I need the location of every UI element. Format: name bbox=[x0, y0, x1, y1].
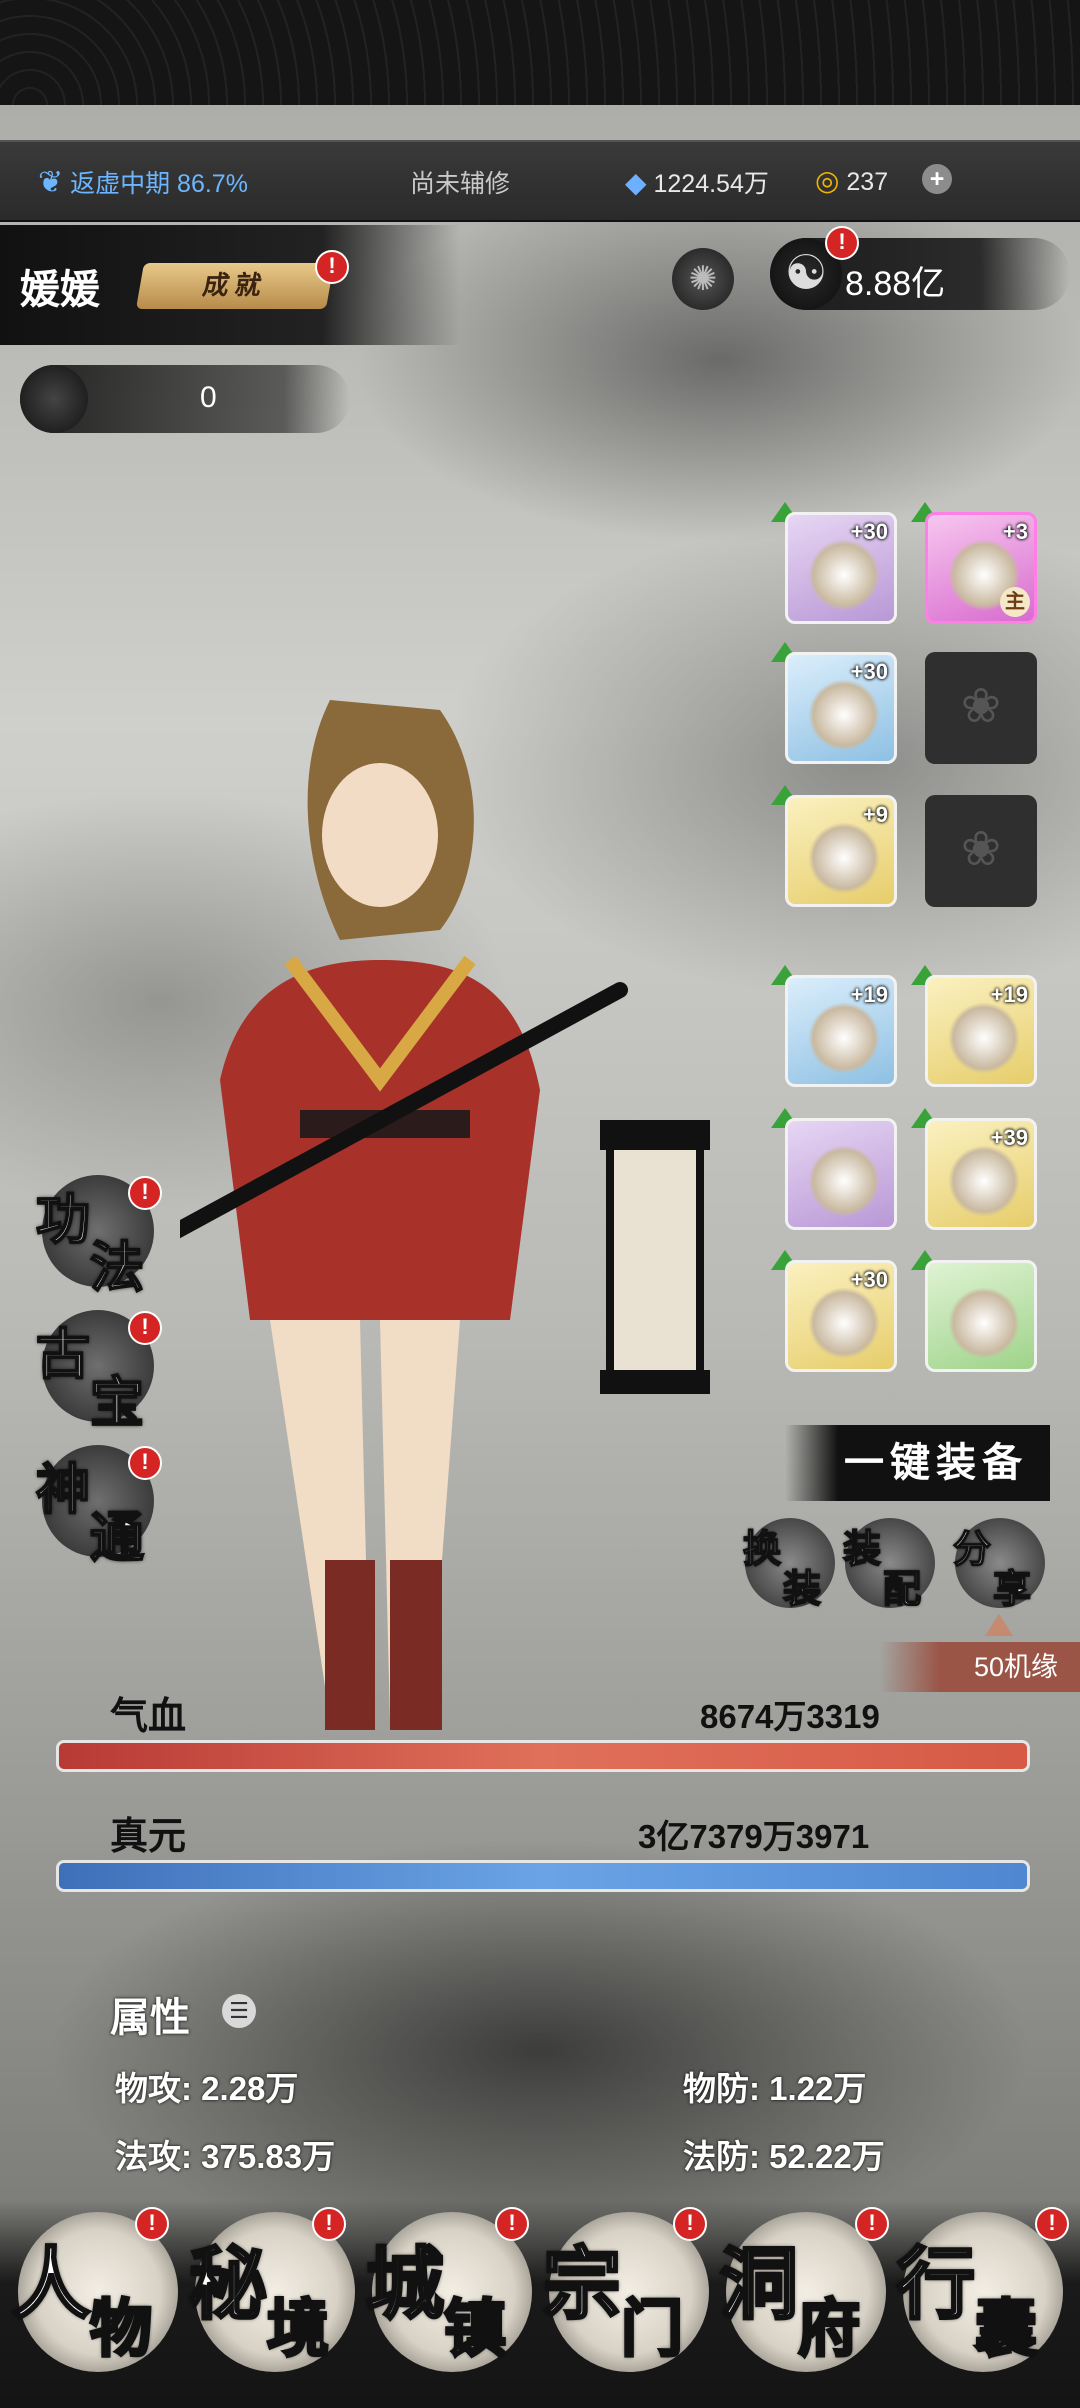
share-tag-pointer bbox=[985, 1614, 1013, 1636]
character-illustration bbox=[180, 700, 710, 1730]
enhance-level: +9 bbox=[862, 802, 888, 827]
mp-value: 3亿7379万3971 bbox=[638, 1818, 870, 1855]
phys-def-row: 物防: 1.22万 bbox=[683, 2070, 867, 2107]
enhance-level: +3 bbox=[1002, 519, 1028, 544]
notification-badge: ! bbox=[855, 2207, 889, 2241]
notification-badge: ! bbox=[312, 2207, 346, 2241]
equipment-slot[interactable]: +19 bbox=[925, 975, 1037, 1087]
spirit-stone-display[interactable]: ◆ 1224.54万 bbox=[625, 164, 769, 200]
notification-badge: ! bbox=[1035, 2207, 1069, 2241]
notification-badge: ! bbox=[495, 2207, 529, 2241]
token-count: 0 bbox=[200, 381, 217, 414]
fan-icon: ❦ bbox=[38, 166, 64, 199]
gold-value: 237 bbox=[846, 168, 889, 196]
equipment-slot[interactable]: +39 bbox=[925, 1118, 1037, 1230]
enhance-level: +30 bbox=[850, 519, 888, 544]
plus-icon: + bbox=[922, 164, 952, 194]
hp-bar bbox=[56, 1740, 1030, 1772]
hp-label: 气血 bbox=[110, 1696, 187, 1738]
share-button[interactable]: 分 享 bbox=[952, 1518, 1045, 1612]
phys-atk-row: 物攻: 2.28万 bbox=[115, 2070, 299, 2107]
mag-def-row: 法防: 52.22万 bbox=[683, 2138, 885, 2175]
notification-badge: ! bbox=[673, 2207, 707, 2241]
combat-power-value: 8.88亿 bbox=[845, 265, 946, 303]
notification-badge: ! bbox=[825, 226, 859, 260]
empty-equipment-slot[interactable]: ❀ bbox=[925, 795, 1037, 907]
scroll-icon bbox=[808, 1287, 880, 1359]
equipment-slot[interactable] bbox=[785, 1118, 897, 1230]
add-currency-button[interactable]: + bbox=[922, 164, 952, 194]
equipment-slot[interactable]: +3 主 bbox=[925, 512, 1037, 624]
enhance-level: +19 bbox=[850, 982, 888, 1007]
main-slot-badge: 主 bbox=[1000, 587, 1030, 617]
swap-gear-button[interactable]: 换 装 bbox=[742, 1518, 835, 1612]
equipment-slot[interactable]: +19 bbox=[785, 975, 897, 1087]
mag-atk-row: 法攻: 375.83万 bbox=[115, 2138, 336, 2175]
hp-bar-fill bbox=[59, 1743, 1027, 1769]
enhance-level: +30 bbox=[850, 1267, 888, 1292]
hp-value: 8674万3319 bbox=[700, 1698, 880, 1735]
realm-display[interactable]: ❦ 返虚中期 86.7% bbox=[38, 164, 248, 200]
phys-def-value: 1.22万 bbox=[769, 2070, 867, 2107]
mag-def-value: 52.22万 bbox=[769, 2138, 885, 2175]
equipment-slot[interactable]: +30 bbox=[785, 652, 897, 764]
coin-icon: ◎ bbox=[815, 165, 840, 196]
mag-atk-value: 375.83万 bbox=[201, 2138, 336, 2175]
spirit-stone-value: 1224.54万 bbox=[653, 170, 769, 198]
player-name-bar: 媛媛 成就 ! bbox=[0, 225, 460, 345]
enhance-level: +30 bbox=[850, 659, 888, 684]
lotus-lock-icon: ❀ bbox=[960, 680, 1002, 733]
crystal-icon: ◆ bbox=[625, 167, 647, 198]
scroll-icon bbox=[808, 1145, 880, 1217]
attributes-title: 属性 bbox=[110, 1996, 190, 2040]
share-reward-tag: 50机缘 bbox=[880, 1642, 1080, 1692]
empty-equipment-slot[interactable]: ❀ bbox=[925, 652, 1037, 764]
equipment-slot[interactable]: +30 bbox=[785, 1260, 897, 1372]
achievement-button[interactable]: 成就 bbox=[135, 263, 335, 309]
scroll-icon bbox=[948, 1145, 1020, 1217]
bagua-mirror-icon bbox=[808, 1002, 880, 1074]
mp-bar bbox=[56, 1860, 1030, 1892]
orb-icon bbox=[948, 1287, 1020, 1359]
equipment-slot[interactable] bbox=[925, 1260, 1037, 1372]
notification-badge: ! bbox=[128, 1311, 162, 1345]
notification-badge: ! bbox=[315, 250, 349, 284]
notification-badge: ! bbox=[128, 1176, 162, 1210]
scroll-icon bbox=[948, 1002, 1020, 1074]
top-wave-band bbox=[0, 0, 1080, 105]
combat-power-display[interactable]: ☯ 8.88亿 bbox=[770, 238, 1070, 310]
jade-pendant-icon bbox=[808, 822, 880, 894]
swirl-icon[interactable]: ✺ bbox=[672, 248, 734, 310]
enhance-level: +39 bbox=[990, 1125, 1028, 1150]
realm-text: 返虚中期 86.7% bbox=[70, 170, 248, 198]
lotus-lock-icon: ❀ bbox=[960, 823, 1002, 876]
cultivation-text: 尚未辅修 bbox=[410, 170, 511, 198]
notification-badge: ! bbox=[135, 2207, 169, 2241]
gold-display[interactable]: ◎ 237 bbox=[815, 164, 888, 197]
phys-atk-value: 2.28万 bbox=[201, 2070, 299, 2107]
status-bar: ❦ 返虚中期 86.7% 尚未辅修 ◆ 1224.54万 ◎ 237 + bbox=[0, 140, 1080, 222]
token-icon bbox=[20, 365, 88, 433]
loadout-button[interactable]: 装 配 bbox=[842, 1518, 935, 1612]
notification-badge: ! bbox=[128, 1446, 162, 1480]
enhance-level: +19 bbox=[990, 982, 1028, 1007]
equipment-slot[interactable]: +9 bbox=[785, 795, 897, 907]
equip-all-button[interactable]: 一键装备 bbox=[785, 1425, 1050, 1501]
fan-icon bbox=[808, 539, 880, 611]
player-name: 媛媛 bbox=[20, 268, 100, 312]
token-counter[interactable]: 0 bbox=[20, 365, 350, 433]
mp-label: 真元 bbox=[110, 1816, 187, 1858]
mp-bar-fill bbox=[59, 1863, 1027, 1889]
list-icon[interactable]: ☰ bbox=[222, 1994, 256, 2028]
equipment-slot[interactable]: +30 bbox=[785, 512, 897, 624]
robe-icon bbox=[808, 679, 880, 751]
